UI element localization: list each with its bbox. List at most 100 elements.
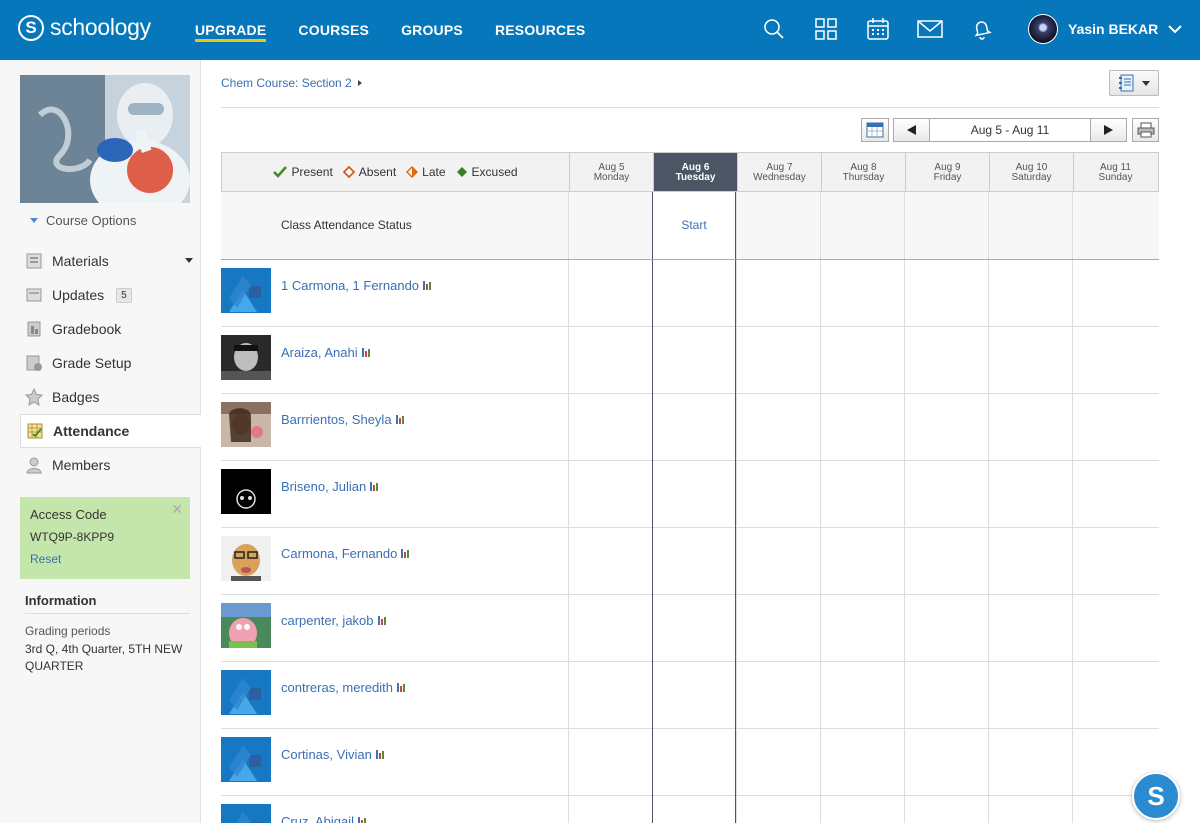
- attendance-cell[interactable]: [652, 662, 736, 729]
- attendance-cell[interactable]: [1072, 260, 1156, 327]
- schoology-logo[interactable]: S schoology: [18, 14, 151, 41]
- sidebar-item-members[interactable]: Members: [20, 448, 201, 482]
- next-week-button[interactable]: [1090, 118, 1127, 142]
- attendance-cell[interactable]: [568, 260, 652, 327]
- nav-upgrade[interactable]: UPGRADE: [195, 0, 267, 60]
- attendance-cell[interactable]: [904, 327, 988, 394]
- print-button[interactable]: [1132, 118, 1159, 142]
- attendance-cell[interactable]: [904, 260, 988, 327]
- attendance-cell[interactable]: [1072, 327, 1156, 394]
- attendance-cell[interactable]: [652, 327, 736, 394]
- avatar[interactable]: [221, 804, 271, 823]
- attendance-cell[interactable]: [652, 796, 736, 823]
- sidebar-item-gradebook[interactable]: Gradebook: [20, 312, 201, 346]
- avatar[interactable]: [221, 670, 271, 715]
- view-options-button[interactable]: [1109, 70, 1159, 96]
- sidebar-item-attendance[interactable]: Attendance: [20, 414, 201, 448]
- attendance-cell[interactable]: [1072, 595, 1156, 662]
- search-icon[interactable]: [760, 15, 788, 43]
- attendance-cell[interactable]: [820, 327, 904, 394]
- status-cell[interactable]: Start: [652, 192, 736, 259]
- avatar[interactable]: [221, 335, 271, 380]
- access-code-reset-link[interactable]: Reset: [30, 552, 180, 566]
- attendance-cell[interactable]: [568, 327, 652, 394]
- attendance-cell[interactable]: [820, 662, 904, 729]
- calendar-picker-button[interactable]: [861, 118, 889, 142]
- previous-week-button[interactable]: [893, 118, 930, 142]
- attendance-cell[interactable]: [652, 260, 736, 327]
- attendance-cell[interactable]: [988, 327, 1072, 394]
- attendance-cell[interactable]: [904, 796, 988, 823]
- avatar[interactable]: [221, 603, 271, 648]
- attendance-cell[interactable]: [652, 394, 736, 461]
- attendance-cell[interactable]: [736, 595, 820, 662]
- course-options[interactable]: Course Options: [30, 213, 136, 228]
- start-attendance-link[interactable]: Start: [653, 218, 735, 232]
- attendance-cell[interactable]: [568, 528, 652, 595]
- attendance-cell[interactable]: [1072, 662, 1156, 729]
- apps-grid-icon[interactable]: [812, 15, 840, 43]
- attendance-cell[interactable]: [988, 662, 1072, 729]
- student-name-link[interactable]: Cortinas, Vivian: [281, 747, 372, 762]
- nav-courses[interactable]: COURSES: [298, 0, 369, 60]
- attendance-stats-icon[interactable]: [423, 281, 432, 290]
- attendance-cell[interactable]: [820, 394, 904, 461]
- attendance-stats-icon[interactable]: [370, 482, 379, 491]
- attendance-cell[interactable]: [1072, 461, 1156, 528]
- attendance-cell[interactable]: [988, 796, 1072, 823]
- attendance-cell[interactable]: [652, 729, 736, 796]
- attendance-stats-icon[interactable]: [377, 616, 386, 625]
- breadcrumb-arrow-icon[interactable]: [357, 80, 362, 86]
- attendance-cell[interactable]: [736, 729, 820, 796]
- attendance-cell[interactable]: [904, 662, 988, 729]
- student-name-link[interactable]: 1 Carmona, 1 Fernando: [281, 278, 419, 293]
- attendance-cell[interactable]: [736, 260, 820, 327]
- attendance-cell[interactable]: [736, 528, 820, 595]
- avatar[interactable]: [221, 469, 271, 514]
- avatar[interactable]: [221, 536, 271, 581]
- attendance-cell[interactable]: [904, 394, 988, 461]
- sidebar-item-updates[interactable]: Updates 5: [20, 278, 201, 312]
- attendance-cell[interactable]: [736, 394, 820, 461]
- attendance-cell[interactable]: [988, 260, 1072, 327]
- notifications-icon[interactable]: [968, 15, 996, 43]
- attendance-cell[interactable]: [652, 461, 736, 528]
- attendance-stats-icon[interactable]: [397, 683, 405, 692]
- attendance-cell[interactable]: [904, 595, 988, 662]
- attendance-cell[interactable]: [988, 729, 1072, 796]
- attendance-cell[interactable]: [820, 461, 904, 528]
- attendance-cell[interactable]: [1072, 528, 1156, 595]
- attendance-cell[interactable]: [820, 595, 904, 662]
- attendance-cell[interactable]: [568, 461, 652, 528]
- attendance-cell[interactable]: [820, 528, 904, 595]
- attendance-stats-icon[interactable]: [375, 750, 384, 759]
- attendance-cell[interactable]: [904, 729, 988, 796]
- attendance-cell[interactable]: [988, 528, 1072, 595]
- student-name-link[interactable]: Carmona, Fernando: [281, 546, 397, 561]
- avatar[interactable]: [221, 268, 271, 313]
- student-name-link[interactable]: Briseno, Julian: [281, 479, 366, 494]
- attendance-cell[interactable]: [568, 595, 652, 662]
- attendance-cell[interactable]: [988, 461, 1072, 528]
- student-name-link[interactable]: Araiza, Anahi: [281, 345, 358, 360]
- attendance-cell[interactable]: [904, 528, 988, 595]
- user-menu[interactable]: Yasin BEKAR: [1028, 14, 1182, 44]
- attendance-cell[interactable]: [904, 461, 988, 528]
- attendance-cell[interactable]: [568, 394, 652, 461]
- attendance-stats-icon[interactable]: [357, 817, 366, 823]
- attendance-cell[interactable]: [736, 461, 820, 528]
- avatar[interactable]: [221, 402, 271, 447]
- mail-icon[interactable]: [916, 15, 944, 43]
- attendance-cell[interactable]: [652, 528, 736, 595]
- close-icon[interactable]: ✕: [171, 501, 183, 518]
- nav-groups[interactable]: GROUPS: [401, 0, 463, 60]
- calendar-icon[interactable]: [864, 15, 892, 43]
- attendance-cell[interactable]: [736, 662, 820, 729]
- attendance-stats-icon[interactable]: [395, 415, 404, 424]
- nav-resources[interactable]: RESOURCES: [495, 0, 585, 60]
- student-name-link[interactable]: Cruz, Abigail: [281, 814, 354, 823]
- help-button[interactable]: S: [1132, 772, 1180, 820]
- avatar[interactable]: [221, 737, 271, 782]
- breadcrumb-course-link[interactable]: Chem Course: Section 2: [221, 76, 352, 90]
- student-name-link[interactable]: carpenter, jakob: [281, 613, 374, 628]
